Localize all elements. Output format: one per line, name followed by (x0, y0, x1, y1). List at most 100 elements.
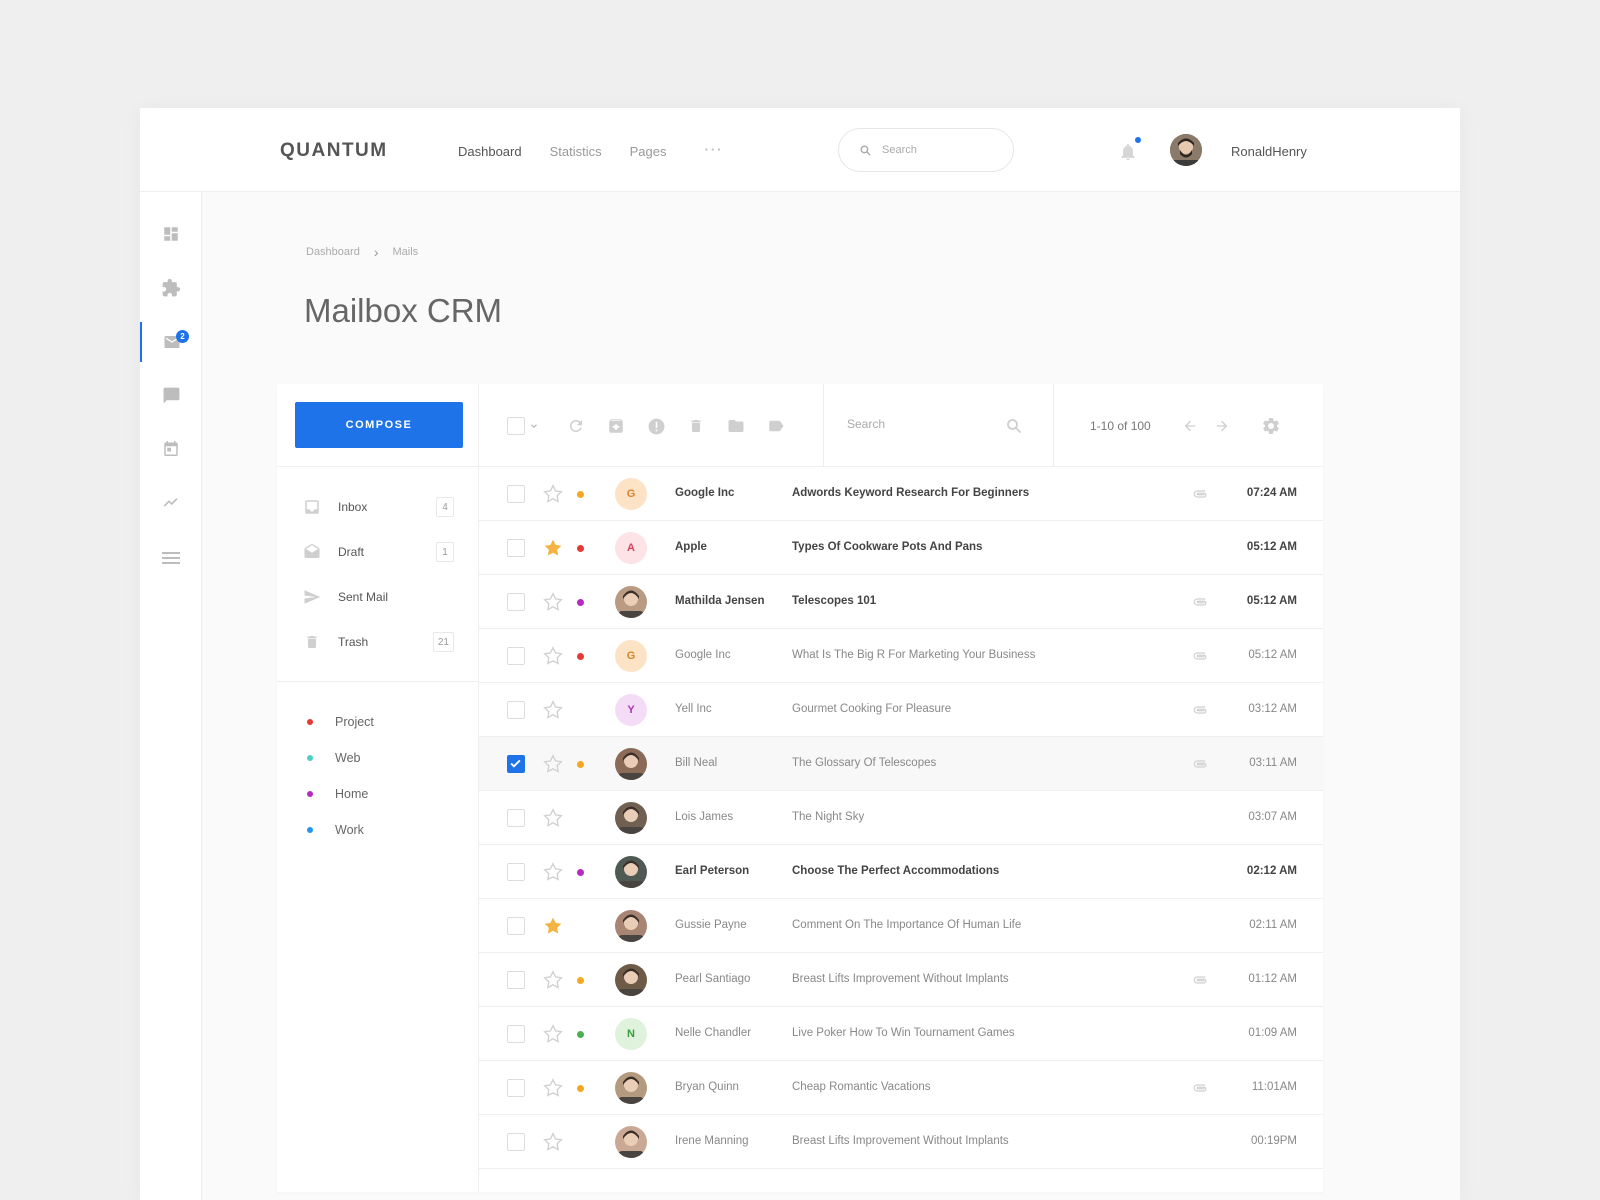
mail-checkbox[interactable] (507, 647, 525, 665)
chevron-down-icon[interactable] (527, 415, 541, 437)
sidebar-item-mail[interactable]: 2 (140, 322, 202, 362)
mail-row[interactable]: G Google Inc What Is The Big R For Marketi… (479, 629, 1323, 683)
refresh-icon[interactable] (565, 415, 587, 437)
nav-statistics[interactable]: Statistics (550, 144, 602, 159)
delete-icon[interactable] (685, 415, 707, 437)
mail-row[interactable]: Lois James The Night Sky 03:07 AM (479, 791, 1323, 845)
mail-row[interactable]: Bryan Quinn Cheap Romantic Vacations 11:01… (479, 1061, 1323, 1115)
mail-checkbox[interactable] (507, 539, 525, 557)
star-outline-icon[interactable] (543, 592, 563, 612)
folder-inbox[interactable]: Inbox 4 (302, 494, 454, 520)
sidebar-item-menu[interactable] (140, 538, 202, 578)
star-outline-icon[interactable] (543, 754, 563, 774)
mail-checkbox[interactable] (507, 971, 525, 989)
star-outline-icon[interactable] (543, 700, 563, 720)
brand-logo[interactable]: QUANTUM (280, 140, 388, 162)
mail-time: 01:09 AM (1248, 1027, 1297, 1039)
select-all-checkbox[interactable] (507, 417, 525, 435)
mail-row[interactable]: Pearl Santiago Breast Lifts Improvement W… (479, 953, 1323, 1007)
sidebar-item-chat[interactable] (140, 375, 202, 415)
mail-subject: What Is The Big R For Marketing Your Bus… (792, 649, 1036, 661)
folder-draft[interactable]: Draft 1 (302, 539, 454, 565)
top-search-input[interactable] (882, 144, 992, 156)
sender-avatar (615, 964, 647, 996)
nav-dashboard[interactable]: Dashboard (458, 144, 522, 159)
mail-row[interactable]: Irene Manning Breast Lifts Improvement Wi… (479, 1115, 1323, 1169)
sidebar-item-dashboard[interactable] (140, 214, 202, 254)
nav-more-button[interactable]: ··· (705, 142, 724, 159)
user-avatar[interactable] (1170, 134, 1202, 166)
menu-icon (162, 552, 180, 564)
mail-search-input[interactable] (847, 417, 987, 431)
mail-sender: Google Inc (675, 487, 735, 499)
mail-checkbox[interactable] (507, 1133, 525, 1151)
folder-icon[interactable] (725, 415, 747, 437)
star-filled-icon[interactable] (543, 916, 563, 936)
breadcrumb-dashboard[interactable]: Dashboard (306, 246, 360, 258)
star-outline-icon[interactable] (543, 646, 563, 666)
label-work[interactable]: Work (307, 823, 364, 837)
star-outline-icon[interactable] (543, 1024, 563, 1044)
mail-checkbox[interactable] (507, 1025, 525, 1043)
trash-icon (302, 633, 322, 651)
mail-checkbox[interactable] (507, 701, 525, 719)
label-web[interactable]: Web (307, 751, 360, 765)
mail-row[interactable]: Bill Neal The Glossary Of Telescopes 03:11… (479, 737, 1323, 791)
sender-avatar (615, 748, 647, 780)
mail-row[interactable]: N Nelle Chandler Live Poker How To Win Tou… (479, 1007, 1323, 1061)
arrow-left-icon[interactable] (1179, 415, 1201, 437)
mail-time: 03:07 AM (1248, 811, 1297, 823)
mail-row[interactable]: A Apple Types Of Cookware Pots And Pans 05:… (479, 521, 1323, 575)
avatar-photo (618, 914, 644, 942)
attachment-icon (1193, 598, 1207, 606)
settings-icon[interactable] (1260, 415, 1282, 437)
mail-row[interactable]: Earl Peterson Choose The Perfect Accommod… (479, 845, 1323, 899)
sidebar-item-analytics[interactable] (140, 482, 202, 522)
mail-subject: The Night Sky (792, 811, 865, 823)
nav-pages[interactable]: Pages (630, 144, 667, 159)
mail-checkbox[interactable] (507, 1079, 525, 1097)
mail-time: 00:19PM (1250, 1135, 1297, 1147)
sidebar-item-extensions[interactable] (140, 268, 202, 308)
star-outline-icon[interactable] (543, 1132, 563, 1152)
top-search[interactable] (838, 128, 1014, 172)
label-home[interactable]: Home (307, 787, 368, 801)
mail-checkbox[interactable] (507, 485, 525, 503)
star-outline-icon[interactable] (543, 970, 563, 990)
mail-row[interactable]: Y Yell Inc Gourmet Cooking For Pleasure 03:… (479, 683, 1323, 737)
mail-subject: Gourmet Cooking For Pleasure (792, 703, 952, 715)
star-outline-icon[interactable] (543, 862, 563, 882)
label-icon[interactable] (765, 415, 787, 437)
archive-icon[interactable] (605, 415, 627, 437)
star-outline-icon[interactable] (543, 484, 563, 504)
mail-row[interactable]: Mathilda Jensen Telescopes 101 05:12 AM (479, 575, 1323, 629)
arrow-right-icon[interactable] (1211, 415, 1233, 437)
avatar-photo (618, 968, 644, 996)
report-spam-icon[interactable] (645, 415, 667, 437)
bell-icon[interactable] (1118, 142, 1138, 162)
star-outline-icon[interactable] (543, 1078, 563, 1098)
app-window: QUANTUM Dashboard Statistics Pages ··· R… (140, 108, 1460, 1200)
mail-checkbox[interactable] (507, 917, 525, 935)
mail-checkbox[interactable] (507, 593, 525, 611)
label-text: Project (335, 715, 374, 729)
sidebar-item-calendar[interactable] (140, 428, 202, 468)
mail-checkbox[interactable] (507, 755, 525, 773)
mail-subject: Live Poker How To Win Tournament Games (792, 1027, 1015, 1039)
mail-checkbox[interactable] (507, 809, 525, 827)
compose-button[interactable]: COMPOSE (295, 402, 463, 448)
label-project[interactable]: Project (307, 715, 374, 729)
folder-label: Sent Mail (338, 590, 389, 604)
pagination-text: 1-10 of 100 (1090, 419, 1151, 433)
username[interactable]: RonaldHenry (1231, 144, 1307, 159)
folder-trash[interactable]: Trash 21 (302, 629, 454, 655)
star-filled-icon[interactable] (543, 538, 563, 558)
mail-row[interactable]: Gussie Payne Comment On The Importance Of… (479, 899, 1323, 953)
mail-checkbox[interactable] (507, 863, 525, 881)
star-outline-icon[interactable] (543, 808, 563, 828)
label-color-dot (307, 791, 313, 797)
label-color-dot (307, 827, 313, 833)
mail-row[interactable]: G Google Inc Adwords Keyword Research For … (479, 467, 1323, 521)
search-icon[interactable] (1003, 415, 1025, 437)
folder-sent[interactable]: Sent Mail (302, 584, 454, 610)
